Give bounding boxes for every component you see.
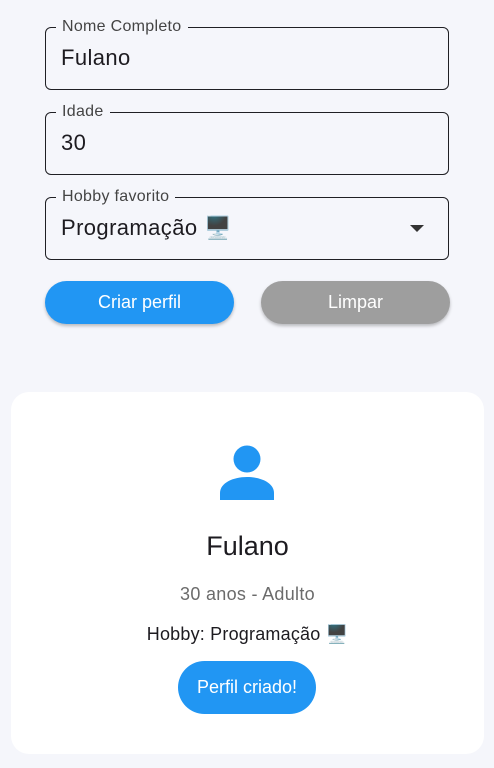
- age-field[interactable]: Idade 30: [45, 103, 449, 175]
- profile-name: Fulano: [206, 531, 289, 561]
- profile-hobby: Hobby: Programação 🖥️: [146, 624, 349, 644]
- name-field-label: Nome Completo: [56, 18, 188, 36]
- create-profile-button[interactable]: Criar perfil: [45, 281, 234, 324]
- hobby-dropdown-value[interactable]: Programação 🖥️: [61, 215, 232, 241]
- hobby-dropdown-label: Hobby favorito: [56, 188, 176, 206]
- name-field-value[interactable]: Fulano: [61, 45, 131, 71]
- dropdown-arrow-icon[interactable]: [410, 225, 424, 232]
- status-badge: Perfil criado!: [178, 661, 316, 714]
- age-field-value[interactable]: 30: [61, 130, 86, 156]
- profile-age: 30 anos - Adulto: [180, 584, 315, 604]
- person-icon: [220, 445, 274, 500]
- profile-card: Fulano 30 anos - Adulto Hobby: Programaç…: [11, 392, 484, 754]
- age-field-label: Idade: [56, 103, 110, 121]
- name-field[interactable]: Nome Completo Fulano: [45, 18, 449, 90]
- clear-button[interactable]: Limpar: [261, 281, 450, 324]
- hobby-dropdown[interactable]: Hobby favorito Programação 🖥️: [45, 188, 449, 260]
